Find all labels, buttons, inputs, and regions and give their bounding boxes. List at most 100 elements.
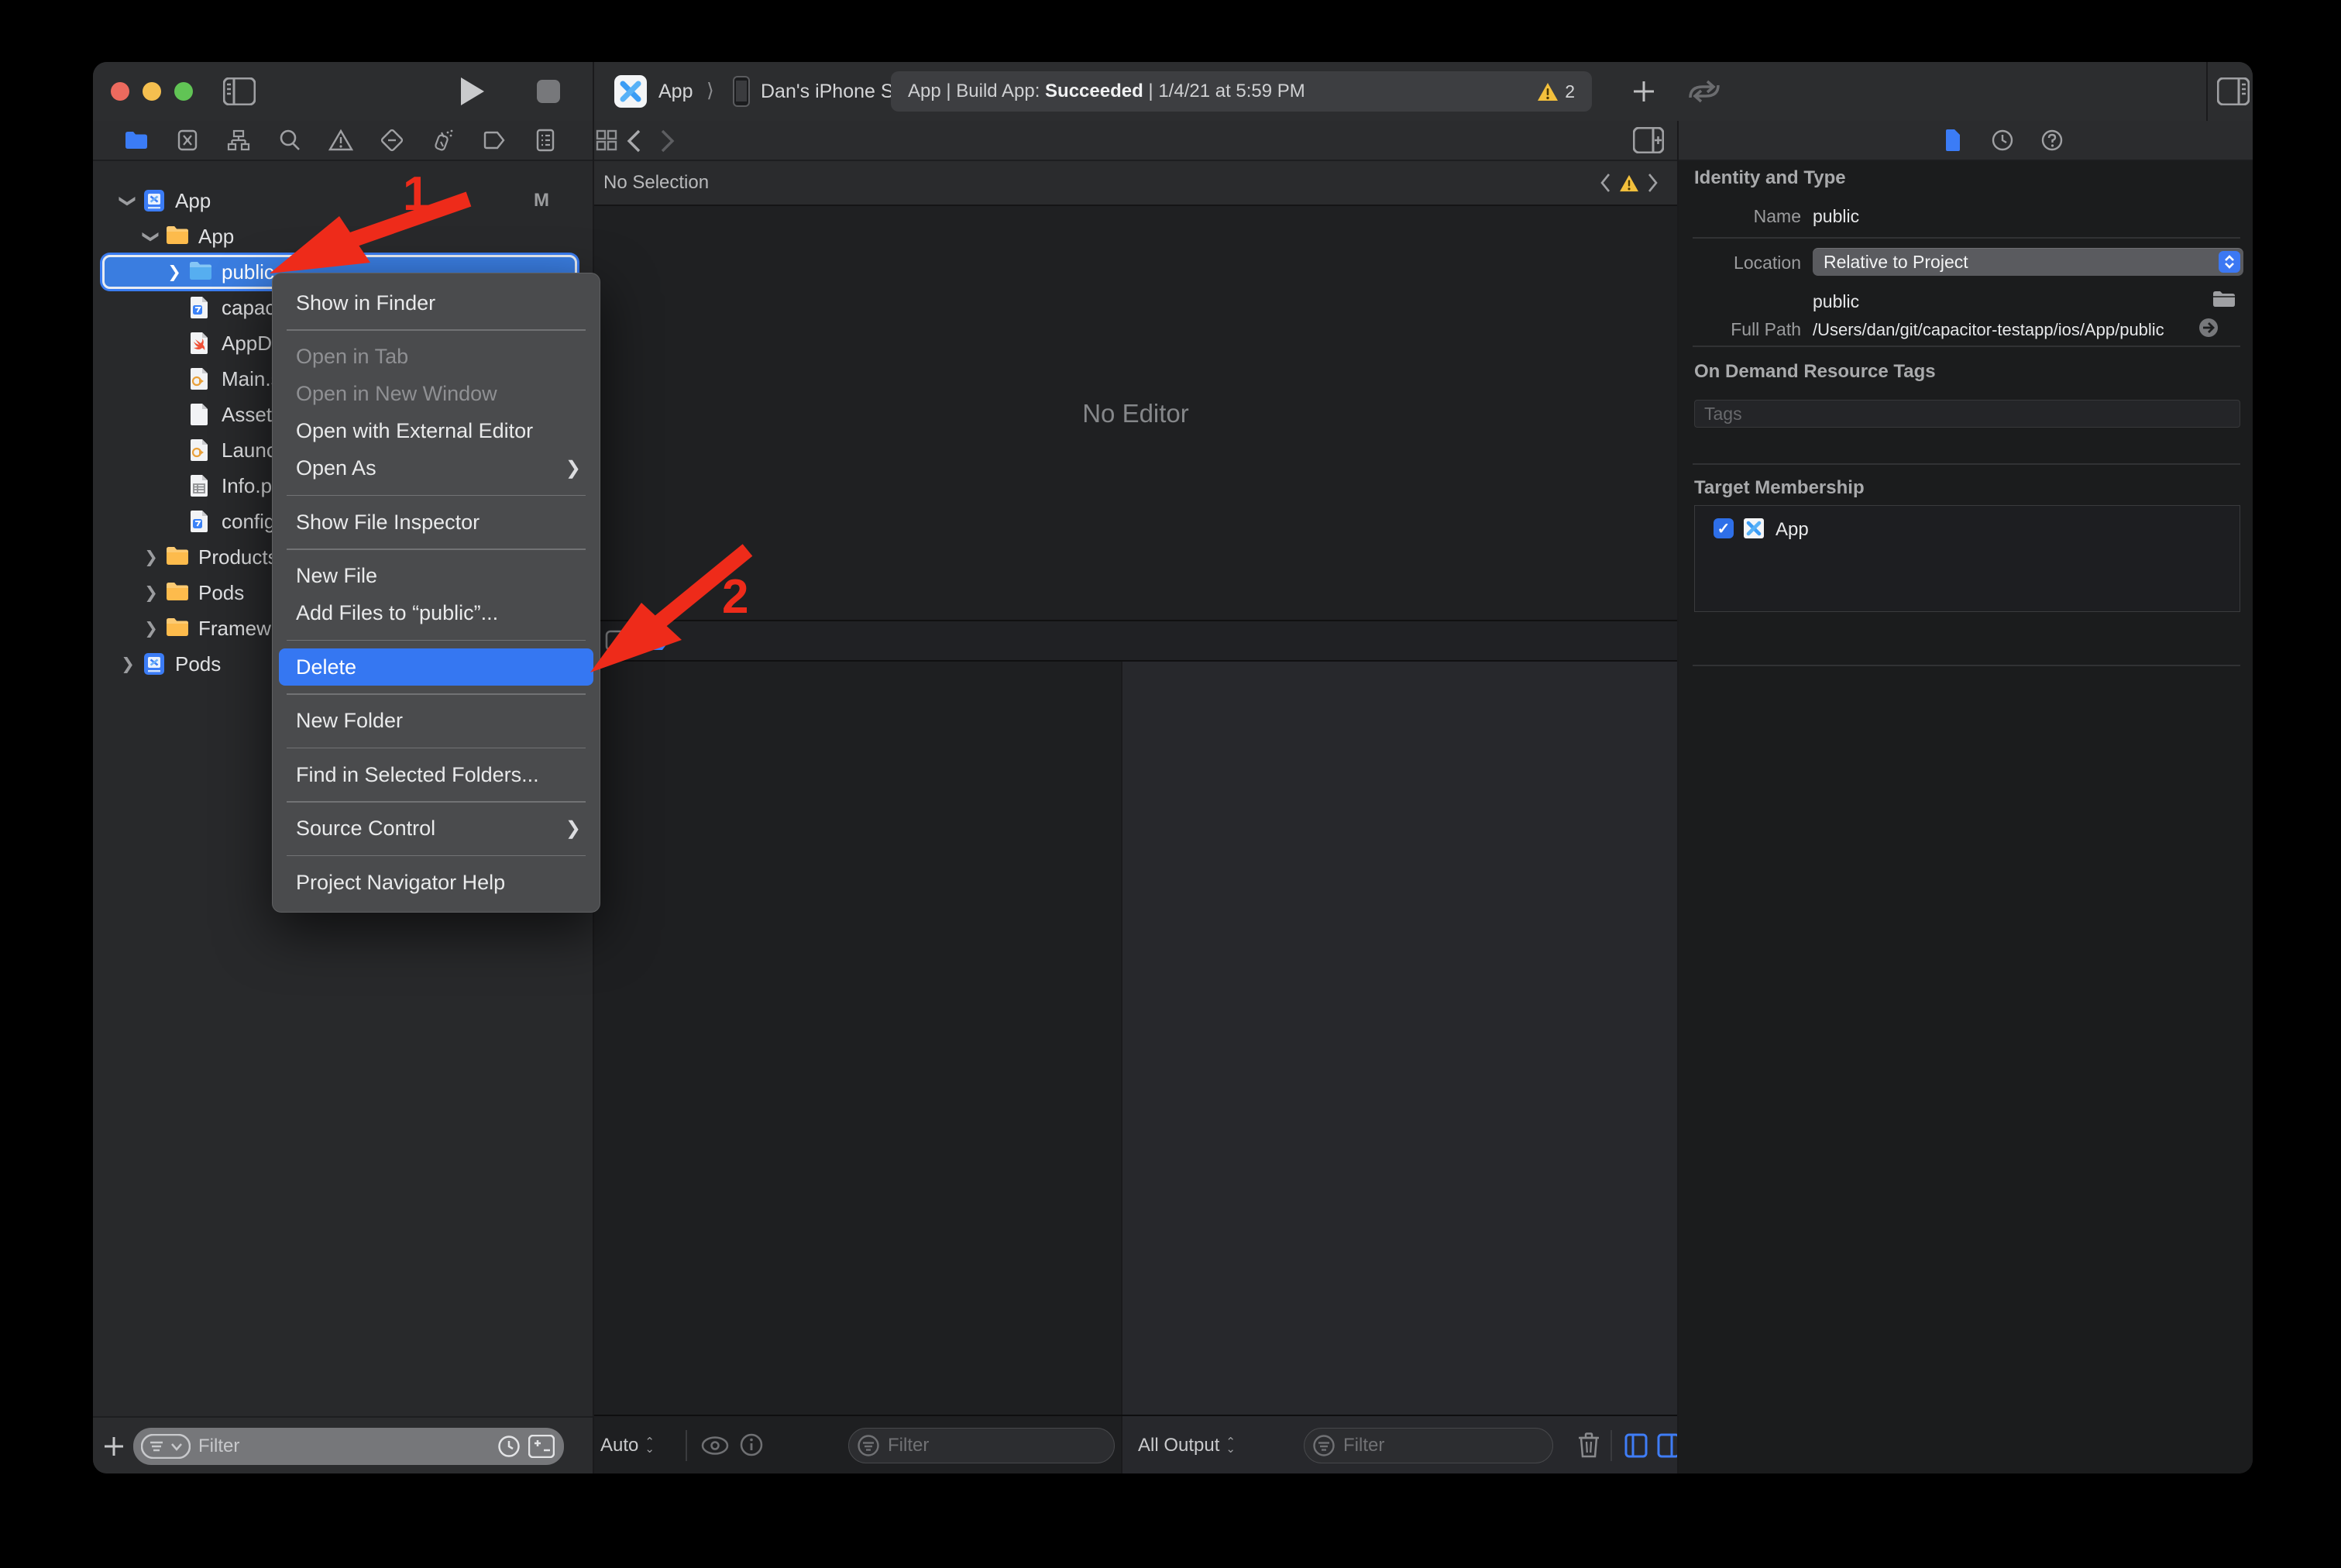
scheme-breadcrumb-separator: ⟩ bbox=[706, 79, 714, 102]
menu-item-new-folder[interactable]: New Folder bbox=[273, 703, 600, 740]
close-window-button[interactable] bbox=[111, 82, 129, 101]
scheme-app-icon[interactable] bbox=[614, 74, 648, 108]
open-path-arrow-icon[interactable] bbox=[2198, 318, 2219, 338]
disclosure-chevron-icon[interactable]: ❯ bbox=[143, 583, 160, 603]
menu-item-show-file-inspector[interactable]: Show File Inspector bbox=[273, 504, 600, 541]
menu-separator bbox=[287, 855, 586, 857]
report-navigator-icon[interactable] bbox=[533, 128, 558, 153]
tree-item-label: capaci bbox=[222, 296, 280, 320]
navigator-filter-bar: Filter bbox=[93, 1416, 593, 1473]
tree-item-label: Pods bbox=[198, 581, 244, 605]
editor-area: No Selection No Editor Auto ⌃⌄ bbox=[594, 161, 1677, 1473]
project-navigator-icon[interactable] bbox=[124, 128, 149, 153]
debug-variables-view[interactable] bbox=[594, 662, 1121, 1415]
variables-filter-input[interactable]: Filter bbox=[848, 1428, 1115, 1463]
variables-scope-selector[interactable]: Auto ⌃⌄ bbox=[600, 1435, 655, 1456]
disclosure-chevron-icon[interactable]: ❯ bbox=[142, 228, 161, 245]
console-scope-selector[interactable]: All Output ⌃⌄ bbox=[1138, 1435, 1236, 1456]
source-control-status-icon[interactable] bbox=[528, 1435, 555, 1458]
scope-updown-icon: ⌃⌄ bbox=[1226, 1439, 1236, 1453]
debug-navigator-icon[interactable] bbox=[431, 128, 455, 153]
toolbar: App ⟩ Dan's iPhone SE App | Build App: S… bbox=[93, 62, 2253, 121]
file-inspector-panel: Identity and Type Name public Location R… bbox=[1679, 161, 2253, 1473]
issue-navigator-icon[interactable] bbox=[328, 128, 353, 153]
menu-separator bbox=[287, 495, 586, 497]
add-editor-icon[interactable] bbox=[1633, 127, 1664, 153]
device-iphone-icon[interactable] bbox=[733, 76, 750, 107]
toggle-inspector-icon[interactable] bbox=[2217, 77, 2250, 105]
target-checkbox[interactable]: ✓ bbox=[1714, 518, 1734, 538]
previous-issue-icon[interactable] bbox=[1600, 173, 1611, 193]
find-navigator-icon[interactable] bbox=[277, 128, 302, 153]
activity-status[interactable]: App | Build App: Succeeded | 1/4/21 at 5… bbox=[891, 71, 1592, 112]
menu-item-label: Find in Selected Folders... bbox=[296, 763, 539, 787]
history-inspector-tab[interactable] bbox=[1990, 128, 2015, 153]
info-icon[interactable] bbox=[740, 1433, 763, 1456]
location-label: Location bbox=[1693, 253, 1801, 273]
run-button[interactable] bbox=[459, 76, 485, 107]
menu-item-open-in-new-window: Open in New Window bbox=[273, 376, 600, 413]
editor-related-items-icon[interactable] bbox=[595, 129, 618, 152]
location-dropdown[interactable]: Relative to Project bbox=[1813, 248, 2243, 276]
annotation-arrow-2 bbox=[573, 535, 759, 682]
toggle-navigator-icon[interactable] bbox=[223, 77, 256, 105]
menu-item-source-control[interactable]: Source Control❯ bbox=[273, 810, 600, 848]
menu-item-open-with-external-editor[interactable]: Open with External Editor bbox=[273, 413, 600, 450]
recent-files-icon[interactable] bbox=[497, 1435, 521, 1458]
warning-badge[interactable]: 2 bbox=[1537, 81, 1575, 102]
zoom-window-button[interactable] bbox=[174, 82, 193, 101]
name-value[interactable]: public bbox=[1813, 206, 1859, 227]
doc-storyboard-icon bbox=[189, 367, 212, 390]
menu-item-delete[interactable]: Delete bbox=[279, 648, 593, 686]
file-inspector-tab[interactable] bbox=[1941, 128, 1965, 153]
navigator-filter-input[interactable]: Filter bbox=[133, 1428, 564, 1465]
status-text: App | Build App: bbox=[908, 81, 1045, 101]
quick-help-inspector-tab[interactable] bbox=[2040, 128, 2064, 153]
tags-input[interactable]: Tags bbox=[1694, 400, 2240, 428]
doc-plist-icon bbox=[189, 474, 212, 497]
disclosure-chevron-icon[interactable]: ❯ bbox=[143, 619, 160, 638]
symbol-navigator-icon[interactable] bbox=[226, 128, 251, 153]
menu-item-label: Open As bbox=[296, 456, 376, 480]
console-filter-input[interactable]: Filter bbox=[1304, 1428, 1553, 1463]
issue-warning-icon[interactable] bbox=[1619, 174, 1639, 192]
next-issue-icon[interactable] bbox=[1647, 173, 1659, 193]
scheme-name[interactable]: App bbox=[658, 81, 693, 103]
go-forward-icon[interactable] bbox=[660, 129, 675, 153]
debug-console[interactable] bbox=[1122, 662, 1677, 1415]
minimize-window-button[interactable] bbox=[143, 82, 161, 101]
menu-item-label: Open with External Editor bbox=[296, 419, 533, 443]
filter-placeholder: Filter bbox=[198, 1436, 239, 1457]
odr-section-header: On Demand Resource Tags bbox=[1694, 361, 1936, 383]
disclosure-chevron-icon[interactable]: ❯ bbox=[119, 655, 136, 674]
add-file-icon[interactable] bbox=[102, 1435, 125, 1458]
disclosure-chevron-icon[interactable]: ❯ bbox=[166, 263, 183, 282]
tree-item-label: App bbox=[198, 225, 234, 249]
menu-item-label: Delete bbox=[296, 655, 356, 679]
disclosure-chevron-icon[interactable]: ❯ bbox=[119, 192, 138, 209]
view-mode-eye-icon[interactable] bbox=[701, 1436, 729, 1455]
test-navigator-icon[interactable] bbox=[380, 128, 404, 153]
go-back-icon[interactable] bbox=[626, 129, 641, 153]
menu-item-new-file[interactable]: New File bbox=[273, 558, 600, 595]
breakpoint-navigator-icon[interactable] bbox=[482, 128, 507, 153]
menu-item-find-in-selected-folders[interactable]: Find in Selected Folders... bbox=[273, 756, 600, 793]
disclosure-chevron-icon[interactable]: ❯ bbox=[143, 548, 160, 567]
clear-console-trash-icon[interactable] bbox=[1578, 1432, 1600, 1458]
menu-item-open-as[interactable]: Open As❯ bbox=[273, 450, 600, 487]
add-button[interactable] bbox=[1631, 79, 1656, 104]
tab-overview-icon[interactable] bbox=[1686, 79, 1723, 104]
debug-area-toolbar: Auto ⌃⌄ Filter All Output ⌃⌄ Filt bbox=[594, 1415, 1677, 1473]
menu-item-project-navigator-help[interactable]: Project Navigator Help bbox=[273, 864, 600, 901]
tree-item-label: App bbox=[175, 189, 211, 213]
name-label: Name bbox=[1693, 206, 1801, 227]
filter-icon bbox=[1312, 1434, 1336, 1457]
dropdown-stepper-icon bbox=[2219, 251, 2240, 273]
menu-item-add-files-to-public[interactable]: Add Files to “public”... bbox=[273, 595, 600, 632]
choose-folder-icon[interactable] bbox=[2212, 290, 2236, 308]
stop-button[interactable] bbox=[536, 79, 561, 104]
target-name[interactable]: App bbox=[1776, 519, 1809, 541]
run-destination[interactable]: Dan's iPhone SE bbox=[761, 81, 906, 103]
toggle-variables-view-icon[interactable] bbox=[1624, 1433, 1648, 1458]
source-control-navigator-icon[interactable] bbox=[175, 128, 200, 153]
